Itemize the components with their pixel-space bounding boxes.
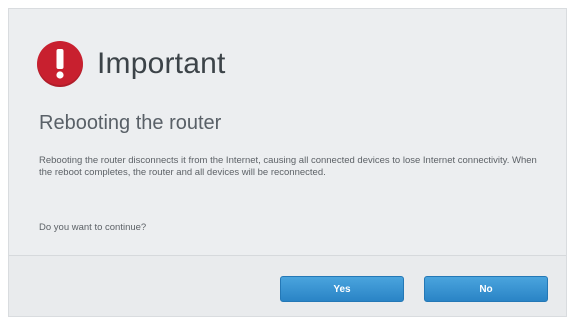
yes-button[interactable]: Yes (280, 276, 404, 302)
dialog-message: Rebooting the router disconnects it from… (39, 155, 537, 178)
reboot-dialog: Important Rebooting the router Rebooting… (8, 8, 567, 317)
dialog-title: Important (97, 47, 226, 80)
dialog-content: Important Rebooting the router Rebooting… (9, 9, 566, 259)
dialog-question: Do you want to continue? (39, 222, 147, 233)
dialog-header: Important (37, 41, 226, 87)
dialog-footer: Yes No (9, 255, 566, 316)
exclamation-icon (37, 41, 83, 87)
no-button[interactable]: No (424, 276, 548, 302)
dialog-subtitle: Rebooting the router (39, 112, 222, 134)
